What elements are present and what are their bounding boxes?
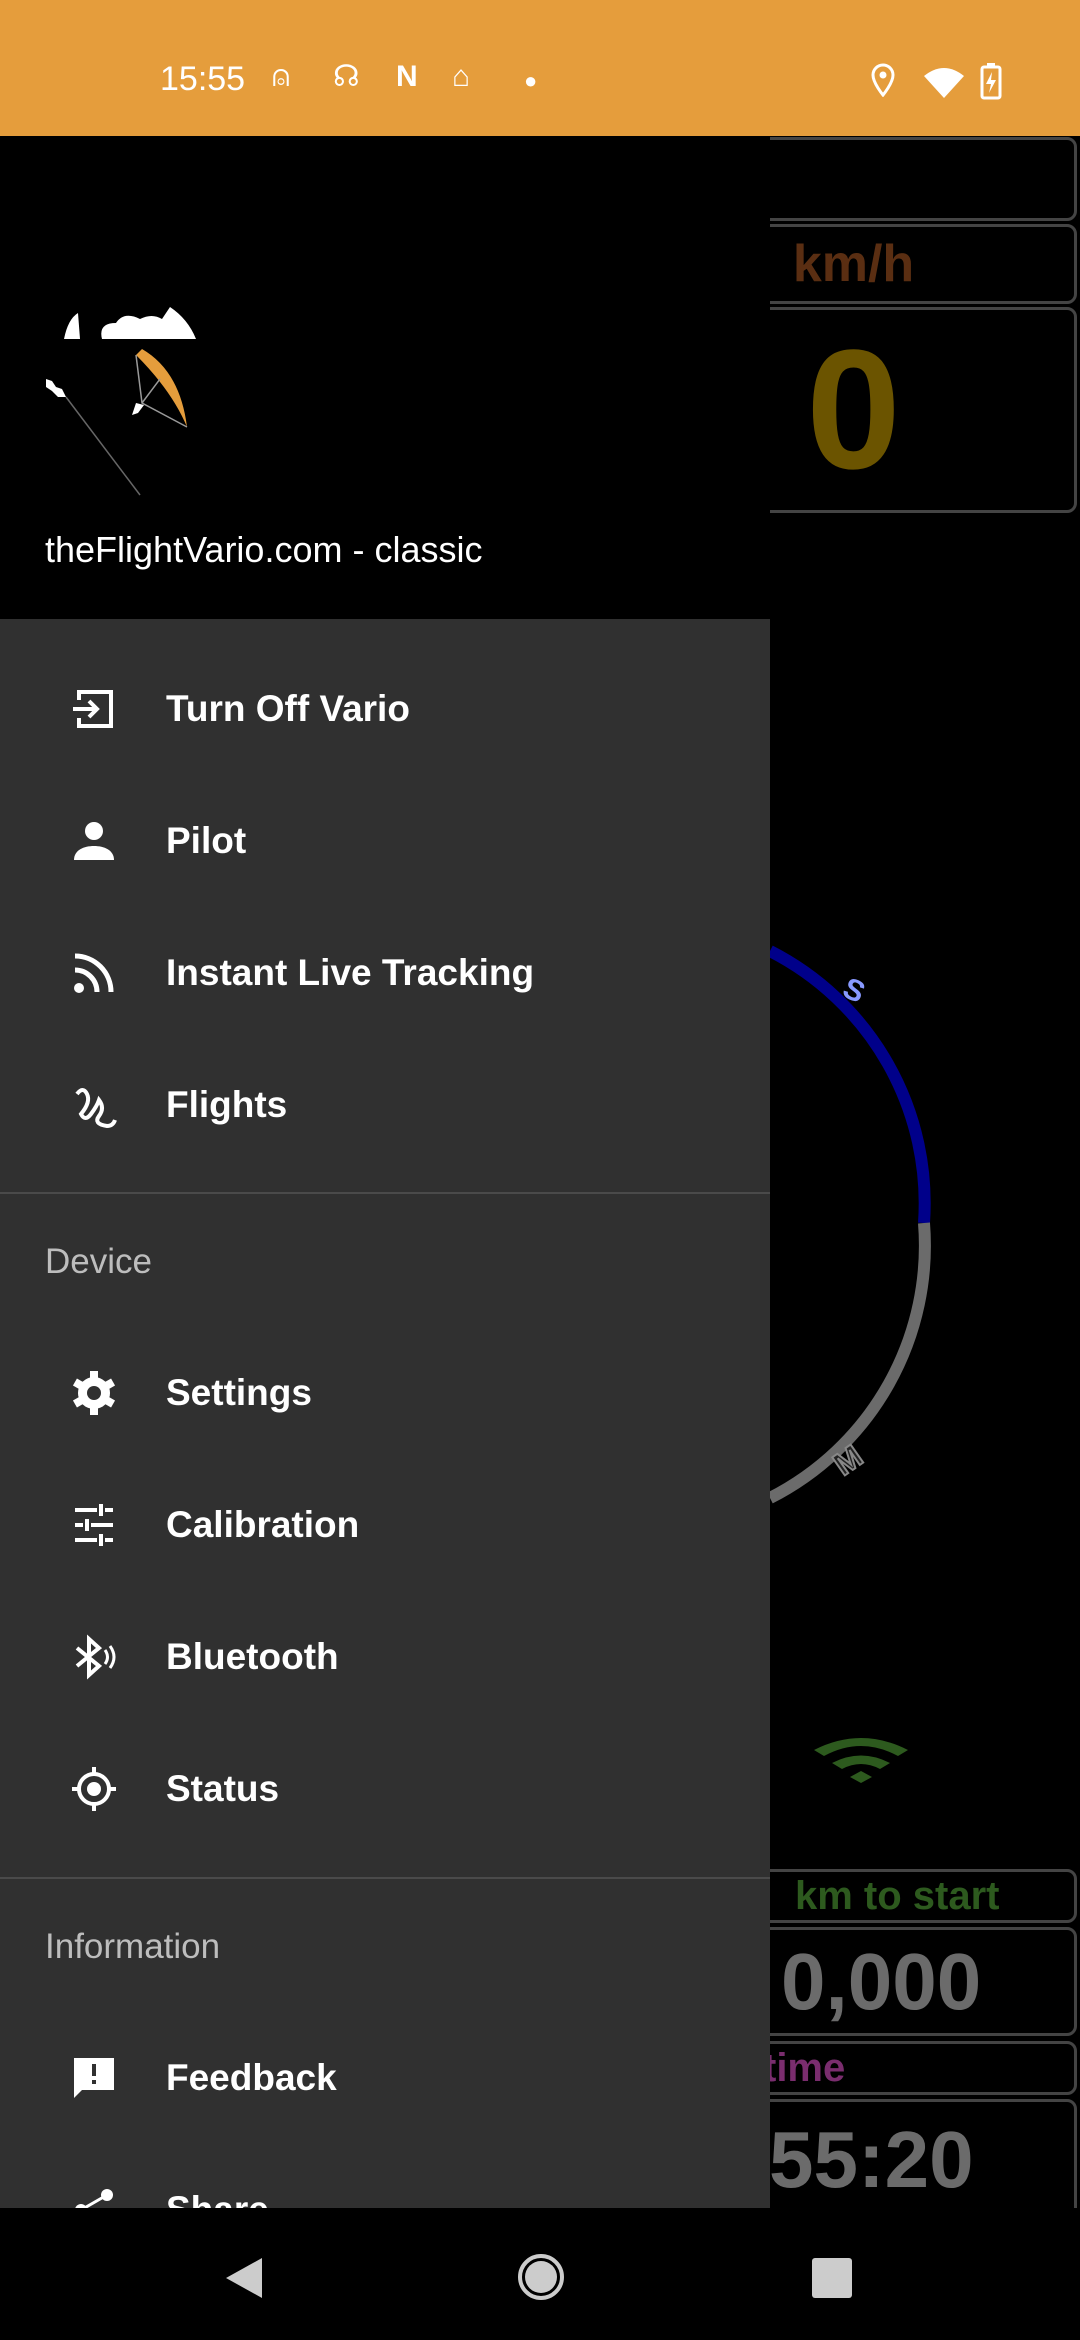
menu-item-label: Settings: [166, 1372, 312, 1413]
compass-label-m: M: [826, 1438, 868, 1483]
menu-item-label: Pilot: [166, 820, 247, 861]
sliders-icon: [64, 1495, 124, 1555]
hearing-icon: ☊: [333, 60, 360, 93]
app-logo: [46, 307, 196, 496]
person-icon: [64, 811, 124, 871]
back-button[interactable]: [222, 2256, 266, 2300]
menu-item-label: Instant Live Tracking: [166, 952, 535, 993]
divider: [0, 1877, 770, 1879]
section-header-information: Information: [45, 1927, 221, 1966]
time-label: time: [740, 2041, 1077, 2095]
rss-icon: [64, 943, 124, 1003]
location-icon: [871, 63, 895, 97]
distance-label: km to start: [740, 1869, 1077, 1923]
gear-icon: [64, 1363, 124, 1423]
exit-icon: [64, 679, 124, 739]
netflix-icon: N: [396, 60, 418, 93]
menu-item-feedback[interactable]: Feedback: [0, 2012, 770, 2144]
menu-item-bluetooth[interactable]: Bluetooth: [0, 1591, 770, 1723]
time-value: 55:20: [740, 2099, 1077, 2219]
menu-item-label: Calibration: [166, 1504, 360, 1545]
menu-item-label: Turn Off Vario: [166, 688, 410, 729]
menu-item-settings[interactable]: Settings: [0, 1327, 770, 1459]
navigation-drawer: theFlightVario.com - classic Turn Off Va…: [0, 136, 770, 2208]
feedback-icon: [64, 2048, 124, 2108]
menu-item-label: Status: [166, 1768, 280, 1809]
gps-signal-icon: [814, 1738, 908, 1783]
menu-item-pilot[interactable]: Pilot: [0, 775, 770, 907]
menu-item-label: Feedback: [166, 2057, 337, 2098]
bluetooth-icon: [64, 1627, 124, 1687]
status-time: 15:55: [160, 60, 246, 98]
sim-icon: ⍝: [272, 60, 290, 93]
menu-item-instant-live-tracking[interactable]: Instant Live Tracking: [0, 907, 770, 1039]
battery-charging-icon: [980, 63, 1002, 100]
drawer-title: theFlightVario.com - classic: [45, 529, 483, 570]
menu-item-label: Flights: [166, 1084, 288, 1125]
navigation-bar: [0, 2208, 1080, 2340]
flight-path-icon: [64, 1075, 124, 1135]
gps-fixed-icon: [64, 1759, 124, 1819]
menu-item-turn-off-vario[interactable]: Turn Off Vario: [0, 643, 770, 775]
menu-item-share[interactable]: Share: [0, 2144, 770, 2208]
home-icon: ⌂: [452, 60, 471, 93]
menu-item-label: Share: [166, 2189, 269, 2208]
section-header-device: Device: [45, 1242, 152, 1281]
drawer-header: theFlightVario.com - classic: [0, 136, 770, 619]
menu-item-calibration[interactable]: Calibration: [0, 1459, 770, 1591]
home-button[interactable]: [516, 2252, 566, 2302]
wifi-icon: [924, 68, 964, 98]
distance-value: 0,000: [740, 1927, 1077, 2036]
recents-button[interactable]: [812, 2258, 852, 2298]
divider: [0, 1192, 770, 1194]
dot-icon: ●: [524, 68, 538, 93]
menu-item-status[interactable]: Status: [0, 1723, 770, 1855]
menu-item-flights[interactable]: Flights: [0, 1039, 770, 1171]
status-bar: 15:55 ⍝ ☊ N ⌂ ●: [0, 0, 1080, 136]
menu-item-label: Bluetooth: [166, 1636, 339, 1677]
share-icon: [64, 2180, 124, 2208]
